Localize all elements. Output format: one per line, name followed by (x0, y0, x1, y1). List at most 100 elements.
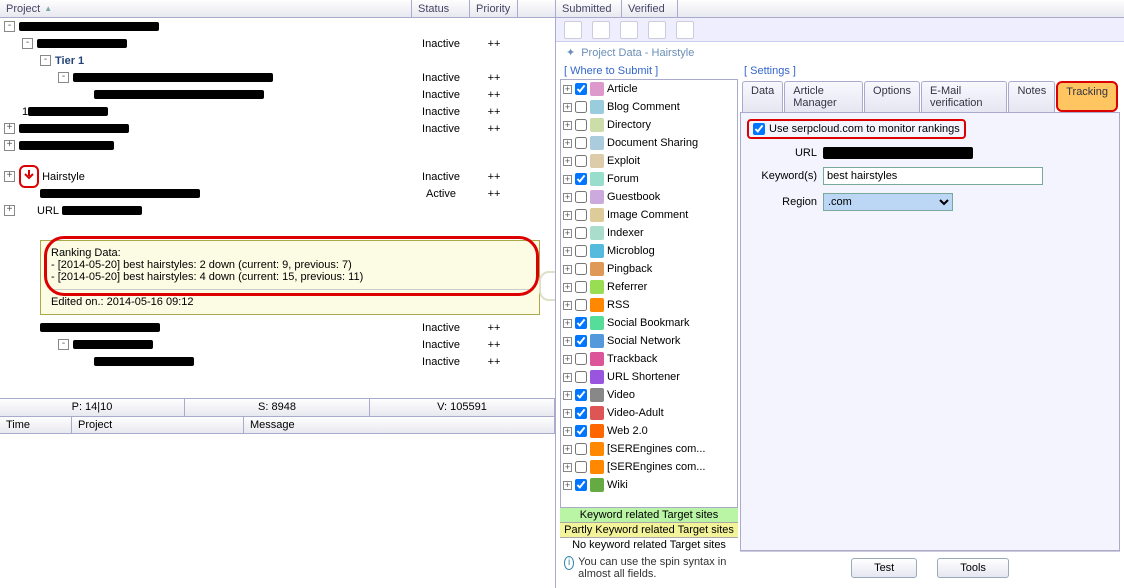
engine-row[interactable]: +Forum (561, 170, 737, 188)
engine-checkbox[interactable] (575, 407, 587, 419)
engine-checkbox[interactable] (575, 317, 587, 329)
tree-expand-icon[interactable]: + (563, 373, 572, 382)
tab-notes[interactable]: Notes (1008, 81, 1055, 112)
engine-checkbox[interactable] (575, 119, 587, 131)
engine-checkbox[interactable] (575, 137, 587, 149)
tree-expand-icon[interactable]: + (563, 319, 572, 328)
toolbar-icon[interactable] (564, 21, 582, 39)
engine-checkbox[interactable] (575, 245, 587, 257)
col-verified[interactable]: Verified (622, 0, 678, 17)
tree-expand-icon[interactable]: + (563, 391, 572, 400)
col-priority[interactable]: Priority (470, 0, 518, 17)
use-serpcloud-checkbox[interactable] (753, 123, 765, 135)
tree-expand-icon[interactable]: + (4, 123, 15, 134)
tree-expand-icon[interactable]: + (563, 157, 572, 166)
col-project[interactable]: Project▲ (0, 0, 412, 17)
tree-expand-icon[interactable]: + (563, 247, 572, 256)
engine-row[interactable]: +Image Comment (561, 206, 737, 224)
tab-options[interactable]: Options (864, 81, 920, 112)
engine-row[interactable]: +Social Bookmark (561, 314, 737, 332)
engine-checkbox[interactable] (575, 263, 587, 275)
tree-collapse-icon[interactable]: - (22, 38, 33, 49)
engine-checkbox[interactable] (575, 191, 587, 203)
engine-row[interactable]: +Guestbook (561, 188, 737, 206)
test-button[interactable]: Test (851, 558, 917, 578)
tree-expand-icon[interactable]: + (563, 85, 572, 94)
toolbar-icon[interactable] (620, 21, 638, 39)
engine-checkbox[interactable] (575, 425, 587, 437)
engine-checkbox[interactable] (575, 353, 587, 365)
toolbar-icon[interactable] (592, 21, 610, 39)
engine-row[interactable]: +Referrer (561, 278, 737, 296)
engine-row[interactable]: +Social Network (561, 332, 737, 350)
region-select[interactable]: .com (823, 193, 953, 211)
engine-row[interactable]: +Exploit (561, 152, 737, 170)
log-col-project[interactable]: Project (72, 417, 244, 433)
engine-checkbox[interactable] (575, 83, 587, 95)
engine-checkbox[interactable] (575, 335, 587, 347)
engine-row[interactable]: +Pingback (561, 260, 737, 278)
engine-row[interactable]: +Trackback (561, 350, 737, 368)
tools-button[interactable]: Tools (937, 558, 1009, 578)
tree-expand-icon[interactable]: + (563, 409, 572, 418)
tree-expand-icon[interactable]: + (563, 427, 572, 436)
tree-expand-icon[interactable]: + (563, 265, 572, 274)
col-status[interactable]: Status (412, 0, 470, 17)
tree-expand-icon[interactable]: + (563, 121, 572, 130)
engine-checkbox[interactable] (575, 173, 587, 185)
engine-checkbox[interactable] (575, 371, 587, 383)
col-submitted[interactable]: Submitted (556, 0, 622, 17)
project-tree[interactable]: - -Inactive++ -Tier 1 -Inactive++ Inacti… (0, 18, 555, 398)
tree-expand-icon[interactable]: + (4, 205, 15, 216)
engine-row[interactable]: +Article (561, 80, 737, 98)
engine-row[interactable]: +Video (561, 386, 737, 404)
engine-checkbox[interactable] (575, 281, 587, 293)
tree-expand-icon[interactable]: + (4, 140, 15, 151)
engine-checkbox[interactable] (575, 101, 587, 113)
tree-expand-icon[interactable]: + (563, 463, 572, 472)
tree-expand-icon[interactable]: + (563, 193, 572, 202)
log-col-time[interactable]: Time (0, 417, 72, 433)
engine-checkbox[interactable] (575, 155, 587, 167)
tree-expand-icon[interactable]: + (4, 171, 15, 182)
log-col-message[interactable]: Message (244, 417, 555, 433)
tree-expand-icon[interactable]: + (563, 283, 572, 292)
keywords-input[interactable] (823, 167, 1043, 185)
tree-expand-icon[interactable]: + (563, 481, 572, 490)
project-hairstyle[interactable]: Hairstyle (42, 171, 85, 183)
engine-row[interactable]: +Wiki (561, 476, 737, 494)
engine-row[interactable]: +Video-Adult (561, 404, 737, 422)
tree-expand-icon[interactable]: + (563, 301, 572, 310)
tree-expand-icon[interactable]: + (563, 175, 572, 184)
tab-data[interactable]: Data (742, 81, 783, 112)
tree-expand-icon[interactable]: + (563, 337, 572, 346)
tree-expand-icon[interactable]: + (563, 445, 572, 454)
engine-row[interactable]: +Indexer (561, 224, 737, 242)
toolbar-icon[interactable] (648, 21, 666, 39)
tab-tracking[interactable]: Tracking (1056, 81, 1118, 112)
tab-article-manager[interactable]: Article Manager (784, 81, 863, 112)
tree-expand-icon[interactable]: + (563, 229, 572, 238)
engine-row[interactable]: +Microblog (561, 242, 737, 260)
tree-collapse-icon[interactable]: - (58, 339, 69, 350)
engine-row[interactable]: +[SEREngines com... (561, 458, 737, 476)
tab-e-mail-verification[interactable]: E-Mail verification (921, 81, 1008, 112)
engine-checkbox[interactable] (575, 209, 587, 221)
tree-collapse-icon[interactable]: - (40, 55, 51, 66)
engine-row[interactable]: +URL Shortener (561, 368, 737, 386)
engine-row[interactable]: +Document Sharing (561, 134, 737, 152)
engine-list[interactable]: +Article+Blog Comment+Directory+Document… (560, 79, 738, 508)
engine-row[interactable]: +[SEREngines com... (561, 440, 737, 458)
engine-row[interactable]: +Web 2.0 (561, 422, 737, 440)
tree-expand-icon[interactable]: + (563, 355, 572, 364)
engine-checkbox[interactable] (575, 479, 587, 491)
tree-expand-icon[interactable]: + (563, 211, 572, 220)
tree-collapse-icon[interactable]: - (4, 21, 15, 32)
tree-expand-icon[interactable]: + (563, 139, 572, 148)
engine-checkbox[interactable] (575, 461, 587, 473)
engine-row[interactable]: +Blog Comment (561, 98, 737, 116)
engine-checkbox[interactable] (575, 443, 587, 455)
engine-checkbox[interactable] (575, 389, 587, 401)
tree-expand-icon[interactable]: + (563, 103, 572, 112)
engine-checkbox[interactable] (575, 227, 587, 239)
